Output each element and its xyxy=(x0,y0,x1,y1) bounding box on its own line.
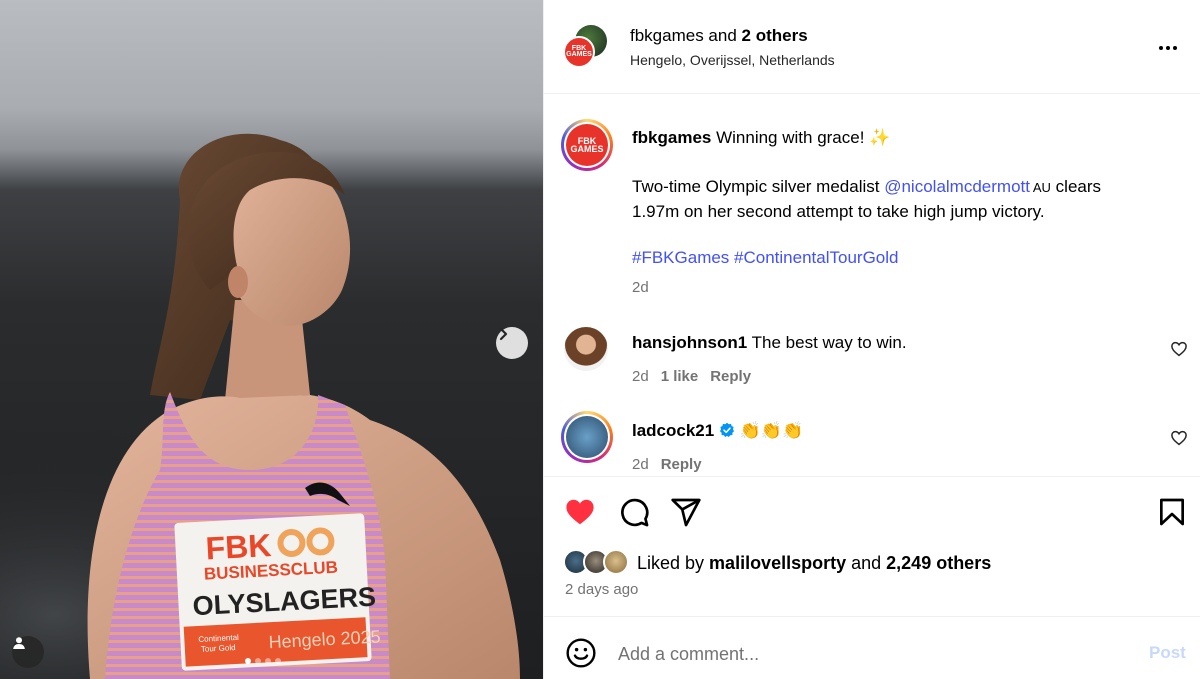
caption-body: Two-time Olympic silver medalist @nicola… xyxy=(632,175,1172,224)
comment-bubble-icon[interactable] xyxy=(618,496,650,528)
collaborators-link[interactable]: 2 others xyxy=(742,26,808,45)
likes-count[interactable]: 2,249 others xyxy=(886,553,991,573)
liker-username[interactable]: malilovellsporty xyxy=(709,553,846,573)
carousel-dot xyxy=(265,658,271,664)
emoji-icon[interactable] xyxy=(565,637,597,669)
comment-meta: 2d 1 like Reply xyxy=(632,368,763,385)
chevron-right-icon xyxy=(499,327,508,341)
athlete-photo: FBK BUSINESSCLUB OLYSLAGERS Continental … xyxy=(0,133,543,679)
liked-by-prefix: Liked by xyxy=(637,553,710,573)
tagged-users-button[interactable] xyxy=(12,636,44,668)
avatar-text: GAMES xyxy=(566,51,592,58)
carousel-next-button[interactable] xyxy=(496,327,528,359)
comment-likes[interactable]: 1 like xyxy=(661,368,699,385)
post-photo[interactable]: FBK BUSINESSCLUB OLYSLAGERS Continental … xyxy=(0,0,543,679)
more-options-button[interactable] xyxy=(1156,36,1180,66)
authors-and: and xyxy=(703,26,742,45)
like-comment-heart-icon[interactable] xyxy=(1170,429,1188,447)
caption-timestamp: 2d xyxy=(632,279,649,296)
comment-username[interactable]: ladcock21 xyxy=(632,421,714,440)
bib-tour-2: Tour Gold xyxy=(201,643,236,654)
mention-link[interactable]: @nicolalmcdermott xyxy=(884,177,1030,196)
carousel-indicator xyxy=(245,658,281,664)
country-flag: AU xyxy=(1029,180,1051,195)
caption-text: Two-time Olympic silver medalist xyxy=(632,177,885,196)
carousel-dot xyxy=(275,658,281,664)
caption-username[interactable]: fbkgames xyxy=(632,128,711,147)
avatar-text: GAMES xyxy=(570,144,604,154)
caption-line-1: fbkgames Winning with grace! ✨ xyxy=(632,126,890,150)
author-username[interactable]: fbkgames xyxy=(630,26,704,45)
comment-text: 👏👏👏 xyxy=(734,421,804,440)
comment: hansjohnson1 The best way to win. xyxy=(632,331,907,355)
reply-button[interactable]: Reply xyxy=(661,456,702,473)
liked-by-text: Liked by malilovellsporty and 2,249 othe… xyxy=(637,553,991,574)
carousel-dot-active xyxy=(245,658,251,664)
comment-time: 2d xyxy=(632,456,649,473)
bib-brand: FBK xyxy=(205,527,273,566)
verified-badge-icon xyxy=(719,422,734,437)
caption-avatar[interactable]: FBK GAMES xyxy=(561,119,613,171)
comment-text: The best way to win. xyxy=(747,333,907,352)
caption-time: 2d xyxy=(632,279,661,296)
post-date: 2 days ago xyxy=(565,581,639,598)
commenter-avatar[interactable] xyxy=(561,411,613,463)
save-bookmark-icon[interactable] xyxy=(1156,496,1188,528)
comment-username[interactable]: hansjohnson1 xyxy=(632,333,747,352)
post-authors[interactable]: fbkgames and 2 others xyxy=(630,26,808,46)
caption-text: 1.97m on her second attempt to take high… xyxy=(632,202,1045,221)
share-send-icon[interactable] xyxy=(670,496,702,528)
post-header: FBK GAMES fbkgames and 2 others Hengelo, … xyxy=(544,0,1200,94)
carousel-dot xyxy=(255,658,261,664)
post-comment-button[interactable]: Post xyxy=(1149,643,1186,663)
account-avatar[interactable]: FBK GAMES xyxy=(563,36,595,68)
user-icon xyxy=(13,637,25,649)
post-location[interactable]: Hengelo, Overijssel, Netherlands xyxy=(630,52,835,68)
caption-text: clears xyxy=(1050,177,1102,196)
post-viewer: FBK BUSINESSCLUB OLYSLAGERS Continental … xyxy=(0,0,1200,679)
comment-meta: 2d Reply xyxy=(632,456,714,473)
like-heart-icon[interactable] xyxy=(564,496,596,528)
reply-button[interactable]: Reply xyxy=(710,368,751,385)
caption-text: Winning with grace! ✨ xyxy=(711,128,891,147)
caption-hashtags[interactable]: #FBKGames #ContinentalTourGold xyxy=(632,246,898,270)
liker-avatar[interactable] xyxy=(603,549,629,575)
liked-by-and: and xyxy=(846,553,887,573)
more-horizontal-icon xyxy=(1159,46,1177,50)
like-comment-heart-icon[interactable] xyxy=(1170,340,1188,358)
comment: ladcock21 👏👏👏 xyxy=(632,419,803,443)
comment-input[interactable] xyxy=(618,640,1118,668)
comment-time: 2d xyxy=(632,368,649,385)
commenter-avatar[interactable] xyxy=(564,327,608,371)
